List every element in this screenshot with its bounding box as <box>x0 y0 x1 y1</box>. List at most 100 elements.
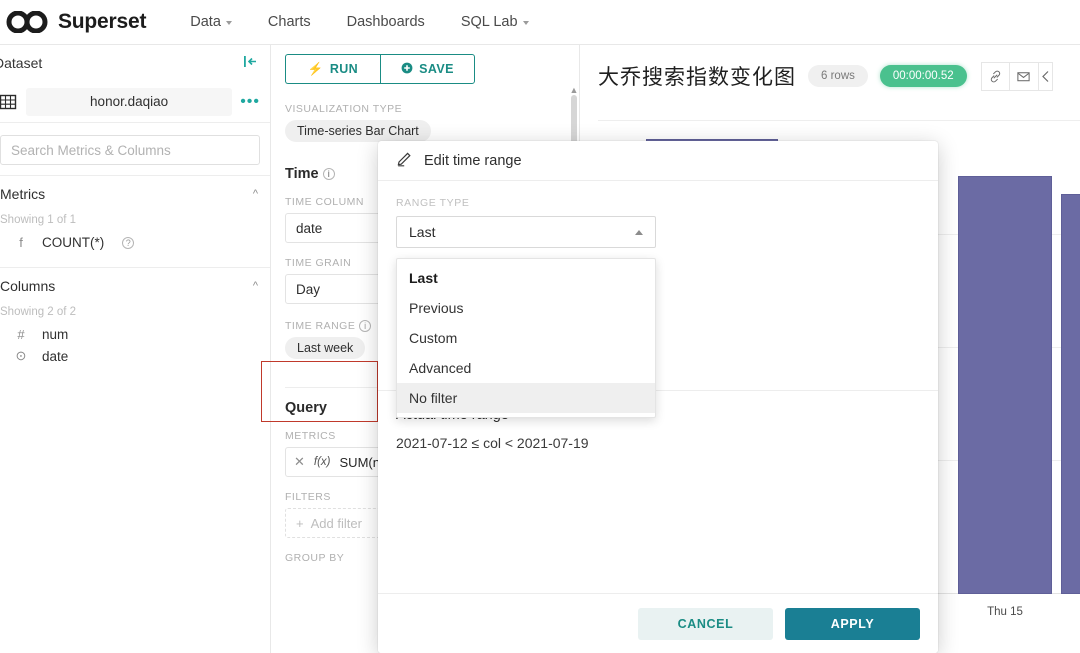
dropdown-option-no-filter[interactable]: No filter <box>397 383 655 413</box>
rows-badge: 6 rows <box>808 65 868 87</box>
cancel-button[interactable]: CANCEL <box>638 608 773 640</box>
chevron-up-icon: ^ <box>253 188 258 200</box>
brand-logo-group[interactable]: Superset <box>6 10 146 34</box>
chevron-down-icon <box>226 21 232 25</box>
top-navbar: Superset Data Charts Dashboards SQL Lab <box>0 0 1080 45</box>
superset-explore-page: Superset Data Charts Dashboards SQL Lab … <box>0 0 1080 653</box>
metric-item-count[interactable]: f COUNT(*) ? <box>0 232 270 253</box>
dataset-panel-header: Dataset <box>0 45 270 81</box>
info-icon[interactable]: i <box>323 168 335 180</box>
chevron-left-icon[interactable] <box>1039 62 1053 91</box>
superset-logo-icon <box>6 11 50 33</box>
bolt-icon: ⚡ <box>308 62 324 77</box>
nav-item-label: Dashboards <box>347 14 425 30</box>
metrics-showing-count: Showing 1 of 1 <box>0 212 270 232</box>
viz-type-value[interactable]: Time-series Bar Chart <box>285 120 431 142</box>
modal-title: Edit time range <box>424 153 522 169</box>
x-axis-label: Thu 15 <box>958 606 1052 618</box>
metric-label: COUNT(*) <box>42 235 104 250</box>
time-range-value[interactable]: Last week <box>285 337 365 359</box>
dataset-panel-title: Dataset <box>0 55 42 71</box>
actual-time-range-value: 2021-07-12 ≤ col < 2021-07-19 <box>396 435 920 451</box>
remove-metric-icon[interactable]: ✕ <box>294 454 305 470</box>
more-options-icon[interactable]: ••• <box>240 97 260 107</box>
email-icon[interactable] <box>1010 62 1039 91</box>
metrics-section-header[interactable]: Metrics ^ <box>0 175 270 212</box>
run-label: RUN <box>330 62 358 76</box>
dropdown-option-last[interactable]: Last <box>397 263 655 293</box>
nav-item-label: Data <box>190 14 221 30</box>
control-actions: ⚡ RUN SAVE <box>271 45 579 93</box>
save-button[interactable]: SAVE <box>380 54 475 84</box>
column-label: num <box>42 327 68 342</box>
range-type-label: RANGE TYPE <box>396 197 920 209</box>
search-input[interactable] <box>0 135 260 165</box>
dataset-name[interactable]: honor.daqiao <box>26 88 232 116</box>
edit-time-range-modal: Edit time range RANGE TYPE Last Last Pre… <box>378 141 938 653</box>
number-icon: # <box>14 327 28 342</box>
chevron-down-icon <box>523 21 529 25</box>
chart-header: 大乔搜索指数变化图 6 rows 00:00:00.52 <box>580 45 1080 91</box>
dropdown-option-advanced[interactable]: Advanced <box>397 353 655 383</box>
chart-action-icons <box>981 62 1053 91</box>
clock-icon: ⊙ <box>14 348 28 364</box>
time-section-label: Time <box>285 166 319 182</box>
function-icon: f(x) <box>314 456 331 468</box>
time-column-value: date <box>296 221 322 236</box>
nav-item-label: Charts <box>268 14 311 30</box>
nav-item-charts[interactable]: Charts <box>250 8 329 36</box>
viz-type-label: VISUALIZATION TYPE <box>285 103 565 115</box>
function-icon: f <box>14 235 28 250</box>
modal-header: Edit time range <box>378 141 938 181</box>
plus-icon: + <box>296 516 304 531</box>
apply-button[interactable]: APPLY <box>785 608 920 640</box>
chevron-up-icon: ^ <box>253 280 258 292</box>
edit-pencil-icon <box>396 149 414 172</box>
dropdown-option-previous[interactable]: Previous <box>397 293 655 323</box>
nav-item-sql-lab[interactable]: SQL Lab <box>443 8 547 36</box>
gridline <box>598 120 1080 121</box>
help-icon[interactable]: ? <box>122 237 134 249</box>
column-label: date <box>42 349 68 364</box>
modal-footer: CANCEL APPLY <box>378 593 938 653</box>
add-filter-label: Add filter <box>311 516 362 531</box>
table-grid-icon <box>0 92 18 112</box>
nav-items: Data Charts Dashboards SQL Lab <box>172 8 546 36</box>
option-label: No filter <box>409 390 457 406</box>
nav-item-label: SQL Lab <box>461 14 518 30</box>
range-type-value: Last <box>409 224 435 240</box>
option-label: Previous <box>409 300 463 316</box>
columns-heading: Columns <box>0 278 55 294</box>
link-icon[interactable] <box>981 62 1010 91</box>
bar-thu-15[interactable] <box>958 176 1052 594</box>
option-label: Advanced <box>409 360 471 376</box>
dropdown-option-custom[interactable]: Custom <box>397 323 655 353</box>
range-type-dropdown: Last Previous Custom Advanced No filter <box>396 258 656 418</box>
save-label: SAVE <box>419 62 454 76</box>
plus-circle-icon <box>401 62 413 77</box>
run-button[interactable]: ⚡ RUN <box>285 54 380 84</box>
query-time-badge: 00:00:00.52 <box>880 65 967 87</box>
brand-name: Superset <box>58 10 146 34</box>
query-section-label: Query <box>285 400 327 416</box>
option-label: Custom <box>409 330 457 346</box>
time-grain-value: Day <box>296 282 320 297</box>
chevron-up-icon <box>635 230 643 235</box>
chart-title: 大乔搜索指数变化图 <box>598 61 796 91</box>
dataset-selector-row[interactable]: honor.daqiao ••• <box>0 81 270 123</box>
column-item-date[interactable]: ⊙ date <box>0 345 270 367</box>
nav-item-data[interactable]: Data <box>172 8 250 36</box>
collapse-left-icon[interactable] <box>243 55 258 71</box>
bar-fri[interactable] <box>1061 194 1080 594</box>
columns-section-header[interactable]: Columns ^ <box>0 267 270 304</box>
modal-body: RANGE TYPE Last Last Previous Custom Adv… <box>378 181 938 465</box>
scroll-up-arrow-icon[interactable]: ▲ <box>569 85 579 95</box>
dataset-panel: Dataset honor.daqiao ••• Metrics <box>0 45 271 653</box>
option-label: Last <box>409 270 438 286</box>
column-item-num[interactable]: # num <box>0 324 270 345</box>
info-icon[interactable]: i <box>359 320 371 332</box>
range-type-select[interactable]: Last <box>396 216 656 248</box>
nav-item-dashboards[interactable]: Dashboards <box>329 8 443 36</box>
metric-value: SUM(n <box>340 455 380 470</box>
metrics-heading: Metrics <box>0 186 45 202</box>
